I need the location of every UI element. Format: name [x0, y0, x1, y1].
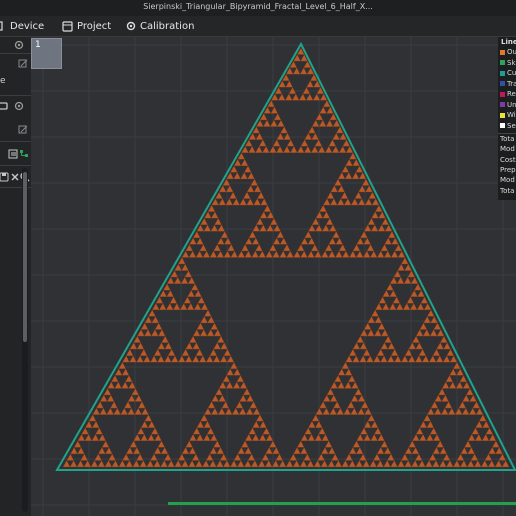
legend-item: Se — [500, 122, 516, 131]
tab-device-label: Device — [10, 20, 45, 32]
legend-label: Sk — [507, 58, 516, 67]
legend-header: Line — [501, 38, 516, 46]
main-toolbar: Device Project Calibration — [0, 16, 516, 37]
device-icon — [0, 21, 3, 31]
legend-swatch — [500, 49, 505, 55]
gear-icon[interactable] — [14, 101, 24, 111]
progress-bar — [168, 502, 516, 505]
build-plate-view[interactable] — [31, 37, 516, 516]
tab-calibration[interactable]: Calibration — [126, 19, 194, 33]
legend-stat: Cost — [500, 155, 516, 164]
edit-icon[interactable] — [18, 59, 28, 69]
legend-swatch — [500, 102, 505, 107]
calibration-icon — [126, 21, 136, 31]
legend-swatch — [500, 112, 505, 118]
title-bar: Sierpinski_Triangular_Bipyramid_Fractal_… — [0, 0, 516, 17]
legend-stat: Prep — [500, 165, 516, 174]
object-tree-icon[interactable] — [19, 149, 29, 159]
legend-swatch — [500, 91, 505, 97]
divider — [498, 133, 516, 134]
tab-device[interactable]: Device — [0, 19, 44, 33]
tab-project-label: Project — [77, 20, 112, 32]
legend-item: Tra — [500, 80, 516, 89]
sidebar-label-fragment: e — [0, 76, 6, 86]
legend-item: Re — [500, 90, 516, 99]
legend-stat: Tota — [500, 186, 515, 195]
settings-icon[interactable] — [14, 40, 24, 50]
legend-label: Re — [507, 90, 516, 98]
legend-label: Un — [507, 100, 516, 109]
edit-icon-2[interactable] — [18, 125, 28, 135]
legend-item: Cu — [500, 69, 516, 78]
legend-label: Se — [507, 121, 516, 130]
divider — [0, 53, 31, 54]
legend-swatch — [500, 60, 505, 65]
save-icon[interactable] — [0, 172, 9, 182]
legend-label: Wi — [507, 111, 516, 119]
divider — [0, 141, 31, 142]
legend-item: Wi — [500, 111, 516, 120]
legend-label: Cu — [507, 69, 516, 77]
tab-project[interactable]: Project — [62, 19, 111, 33]
tab-calibration-label: Calibration — [140, 20, 195, 32]
legend-swatch — [500, 123, 505, 128]
legend-label: Ou — [507, 48, 516, 56]
project-icon — [62, 20, 73, 32]
plate-number: 1 — [35, 40, 41, 50]
legend-swatch — [500, 70, 505, 76]
legend-stat: Mod — [500, 145, 515, 154]
line-type-legend: Line Ou Sk Cu Tra Re Un Wi Se Tota Mod Cost Prep Mo… — [498, 37, 516, 200]
divider — [0, 95, 31, 96]
filament-icon[interactable] — [0, 101, 8, 111]
legend-stat: Mod — [500, 176, 515, 185]
3d-viewport[interactable] — [31, 37, 516, 516]
legend-item: Sk — [500, 59, 516, 68]
sierpinski-model[interactable] — [55, 41, 516, 471]
list-view-icon[interactable] — [8, 149, 18, 159]
object-list-scrollbar-thumb[interactable] — [23, 172, 27, 342]
close-icon[interactable] — [10, 172, 20, 182]
legend-stat: Tota — [500, 135, 515, 143]
window-title: Sierpinski_Triangular_Bipyramid_Fractal_… — [143, 2, 373, 11]
divider — [0, 165, 31, 166]
legend-item: Un — [500, 101, 516, 110]
legend-swatch — [500, 81, 505, 86]
legend-label: Tra — [507, 79, 516, 88]
plate-thumbnail[interactable]: 1 — [31, 38, 62, 69]
legend-item: Ou — [500, 48, 516, 57]
